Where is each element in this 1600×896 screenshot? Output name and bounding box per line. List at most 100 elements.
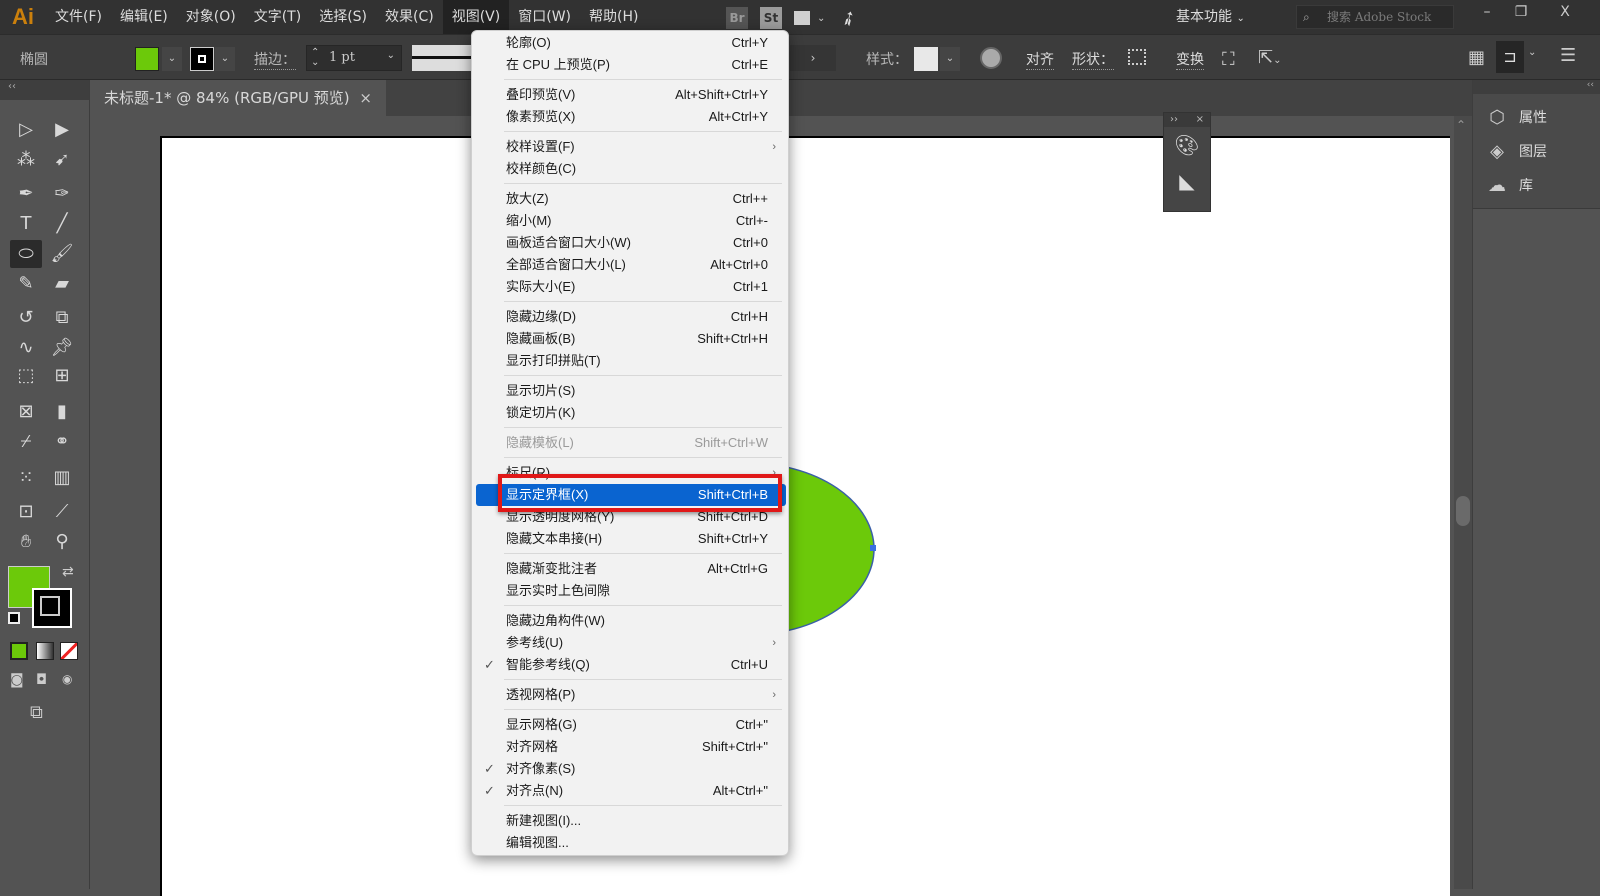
default-colors-icon[interactable] — [8, 612, 20, 624]
view-menu-item[interactable]: 全部适合窗口大小(L) Alt+Ctrl+0 — [476, 254, 786, 276]
view-menu-item[interactable]: 显示网格(G) Ctrl+" — [476, 714, 786, 736]
puppet-warp-tool-icon[interactable]: 📌︎ — [46, 334, 78, 362]
mesh-tool-icon[interactable]: ⊠ — [10, 398, 42, 426]
recolor-artwork-icon[interactable] — [980, 47, 1002, 69]
view-menu-item[interactable]: 编辑视图... — [476, 832, 786, 854]
column-graph-tool-icon[interactable]: ▥ — [46, 464, 78, 492]
view-menu-item[interactable]: 显示打印拼贴(T) — [476, 350, 786, 372]
view-menu-item[interactable]: ✓ 智能参考线(Q) Ctrl+U — [476, 654, 786, 676]
panel-toggle-icon[interactable]: ⊐ — [1496, 41, 1524, 73]
bridge-icon[interactable]: Br — [726, 7, 748, 29]
chevron-down-icon[interactable]: ⌄ — [1528, 47, 1536, 58]
stock-icon[interactable]: St — [760, 7, 782, 29]
menu-1[interactable]: 编辑(E) — [111, 0, 177, 34]
view-menu-item[interactable]: 标尺(R) › — [476, 462, 786, 484]
close-tab-icon[interactable]: × — [359, 80, 372, 116]
dock-item-2[interactable]: ☁ 库 — [1473, 168, 1600, 202]
stroke-label[interactable]: 描边： — [254, 49, 296, 70]
color-guide-icon[interactable]: 🎨︎ — [1164, 127, 1210, 163]
stroke-swatch[interactable] — [190, 47, 214, 71]
menu-8[interactable]: 帮助(H) — [580, 0, 647, 34]
variable-width-profile[interactable] — [412, 45, 472, 71]
menu-0[interactable]: 文件(F) — [46, 0, 111, 34]
selection-tool-icon[interactable]: ▷ — [10, 116, 42, 144]
swap-colors-icon[interactable]: ⇄ — [62, 564, 74, 580]
dock-collapse-button[interactable]: ‹‹ — [1473, 80, 1600, 94]
blend-tool-icon[interactable]: ⚭ — [46, 428, 78, 456]
dock-item-0[interactable]: ⬡ 属性 — [1473, 100, 1600, 134]
scrollbar-thumb[interactable] — [1456, 496, 1470, 526]
stroke-dropdown[interactable]: ⌄ — [215, 47, 235, 71]
stroke-weight-input[interactable]: ⌃ ⌄ 1 pt ⌄ — [306, 45, 402, 71]
rotate-tool-icon[interactable]: ↺ — [10, 304, 42, 332]
view-menu-item[interactable]: 放大(Z) Ctrl++ — [476, 188, 786, 210]
paintbrush-tool-icon[interactable]: 🖌︎ — [46, 240, 78, 268]
none-mode-icon[interactable] — [60, 642, 78, 660]
stepper-icon[interactable]: ⌃ ⌄ — [311, 48, 319, 68]
transform-button[interactable]: 变换 — [1176, 49, 1204, 70]
draw-inside-icon[interactable]: ◉ — [62, 672, 72, 686]
view-menu-item[interactable]: ✓ 对齐像素(S) — [476, 758, 786, 780]
arrange-documents-icon[interactable]: ⌄ — [794, 7, 828, 29]
draw-behind-icon[interactable]: ◘ — [36, 672, 47, 688]
view-menu-item[interactable]: 隐藏边角构件(W) — [476, 610, 786, 632]
eraser-tool-icon[interactable]: ▰ — [46, 270, 78, 298]
view-menu-item[interactable]: 显示实时上色间隙 — [476, 580, 786, 602]
align-button[interactable]: 对齐 — [1026, 49, 1054, 70]
symbol-sprayer-tool-icon[interactable]: ⁙ — [10, 464, 42, 492]
artboard-tool-icon[interactable]: ⊡ — [10, 498, 42, 526]
direct-selection-tool-icon[interactable]: ▶ — [46, 116, 78, 144]
stroke-color-swatch[interactable] — [32, 588, 72, 628]
warp-tool-icon[interactable]: ∿ — [10, 334, 42, 362]
fill-dropdown[interactable]: ⌄ — [162, 47, 182, 71]
gradient-panel-icon[interactable]: ◣ — [1164, 163, 1210, 199]
ellipse-tool-icon[interactable]: ⬭ — [10, 240, 42, 268]
vertical-scrollbar[interactable]: ⌃ — [1454, 116, 1472, 889]
stock-search-input[interactable]: ⌕ 搜索 Adobe Stock — [1296, 5, 1454, 29]
document-tab[interactable]: 未标题-1* @ 84% (RGB/GPU 预览) × — [90, 80, 386, 116]
color-mode-icon[interactable] — [10, 642, 28, 660]
view-menu-item[interactable]: 缩小(M) Ctrl+- — [476, 210, 786, 232]
view-menu-item[interactable]: 新建视图(I)... — [476, 810, 786, 832]
menu-2[interactable]: 对象(O) — [177, 0, 245, 34]
draw-normal-icon[interactable]: ◙ — [10, 672, 24, 688]
minimize-button[interactable]: – — [1470, 0, 1504, 26]
eyedropper-tool-icon[interactable]: ⌿ — [10, 428, 42, 456]
shaper-tool-icon[interactable]: ✎ — [10, 270, 42, 298]
view-menu-item[interactable]: 显示切片(S) — [476, 380, 786, 402]
hand-tool-icon[interactable]: ✋︎ — [10, 528, 42, 556]
view-menu-item[interactable]: 在 CPU 上预览(P) Ctrl+E — [476, 54, 786, 76]
menu-3[interactable]: 文字(T) — [245, 0, 310, 34]
slice-tool-icon[interactable]: ⟋ — [46, 498, 78, 526]
graphic-style-swatch[interactable] — [914, 47, 938, 71]
view-menu-item[interactable]: 实际大小(E) Ctrl+1 — [476, 276, 786, 298]
view-menu-item[interactable]: ✓ 对齐点(N) Alt+Ctrl+" — [476, 780, 786, 802]
expand-panel-icon[interactable]: ›› — [1170, 113, 1178, 127]
view-menu-item[interactable]: 参考线(U) › — [476, 632, 786, 654]
restore-button[interactable]: ❐ — [1504, 0, 1538, 26]
view-menu-item[interactable]: 隐藏画板(B) Shift+Ctrl+H — [476, 328, 786, 350]
panel-menu-icon[interactable]: ☰ — [1560, 45, 1576, 66]
workspace-switcher[interactable]: 基本功能 ⌄ — [1176, 0, 1245, 34]
zoom-tool-icon[interactable]: ⚲ — [46, 528, 78, 556]
perspective-grid-tool-icon[interactable]: ⊞ — [46, 362, 78, 390]
isolate-icon[interactable]: ⛶ — [1222, 49, 1235, 70]
pen-tool-icon[interactable]: ✒ — [10, 180, 42, 208]
view-menu-item[interactable]: 隐藏渐变批注者 Alt+Ctrl+G — [476, 558, 786, 580]
shape-properties-icon[interactable] — [1128, 49, 1146, 65]
toolbox-collapse-button[interactable]: ‹‹ — [0, 80, 89, 100]
shape-button[interactable]: 形状： — [1072, 49, 1114, 70]
menu-6[interactable]: 视图(V) — [442, 0, 510, 34]
view-menu-item[interactable]: 显示定界框(X) Shift+Ctrl+B — [476, 484, 786, 506]
view-menu-item[interactable]: 轮廓(O) Ctrl+Y — [476, 32, 786, 54]
view-menu-item[interactable]: 画板适合窗口大小(W) Ctrl+0 — [476, 232, 786, 254]
curvature-tool-icon[interactable]: ✑ — [46, 180, 78, 208]
view-menu-item[interactable]: 隐藏边缘(D) Ctrl+H — [476, 306, 786, 328]
gradient-tool-icon[interactable]: ▮ — [46, 398, 78, 426]
grid-icon[interactable]: ▦ — [1468, 47, 1485, 68]
line-segment-tool-icon[interactable]: ╱ — [46, 210, 78, 238]
view-menu-item[interactable]: 校样设置(F) › — [476, 136, 786, 158]
style-dropdown[interactable]: ⌄ — [940, 47, 960, 71]
type-tool-icon[interactable]: T — [10, 210, 42, 238]
close-window-button[interactable]: X — [1548, 0, 1582, 26]
